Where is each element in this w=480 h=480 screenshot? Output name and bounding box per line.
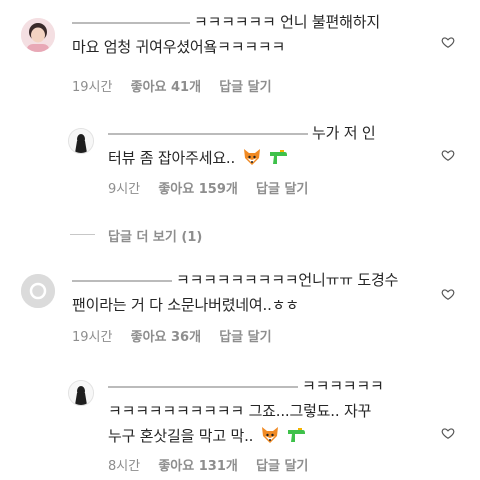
default-avatar-icon xyxy=(21,274,55,308)
heart-outline-icon[interactable] xyxy=(441,426,455,440)
heart-outline-icon[interactable] xyxy=(441,287,455,301)
water-pistol-emoji-icon xyxy=(270,150,288,164)
comment-line-1: ㅋㅋㅋㅋㅋㅋㅋㅋㅋ언니ㅠㅠ 도경수 xyxy=(176,271,399,289)
timestamp: 19시간 xyxy=(72,330,113,345)
avatar-photo-icon xyxy=(69,129,93,153)
avatar[interactable] xyxy=(21,18,55,52)
comment-line-2: 터뷰 좀 잡아주세요.. xyxy=(108,149,236,167)
comment-meta: 19시간 좋아요 41개 답글 달기 xyxy=(72,76,286,95)
comment-line-2: 마요 엄청 귀여우셨어욬ㅋㅋㅋㅋㅋ xyxy=(72,38,286,56)
comment-meta: 8시간 좋아요 131개 답글 달기 xyxy=(108,455,322,474)
comment-line-3: 누구 혼삿길을 막고 막.. xyxy=(108,427,254,445)
comment-line-1: ㅋㅋㅋㅋㅋㅋ 언니 불편해하지 xyxy=(194,13,380,31)
redacted-username xyxy=(108,132,308,135)
timestamp: 19시간 xyxy=(72,80,113,95)
view-replies-divider xyxy=(70,234,95,235)
view-more-replies-button[interactable]: 답글 더 보기 (1) xyxy=(108,226,202,245)
avatar[interactable] xyxy=(68,128,94,154)
avatar-photo-icon xyxy=(21,18,55,52)
timestamp: 8시간 xyxy=(108,459,141,474)
avatar[interactable] xyxy=(68,380,94,406)
comment-text: 누가 저 인 xyxy=(108,121,376,146)
comment-text-line-3: 누구 혼삿길을 막고 막.. xyxy=(108,424,306,449)
reply-button[interactable]: 답글 달기 xyxy=(256,182,308,197)
redacted-username xyxy=(72,279,172,282)
comment-line-1: ㅋㅋㅋㅋㅋㅋ xyxy=(302,377,384,395)
comment-text: ㅋㅋㅋㅋㅋㅋ 언니 불편해하지 xyxy=(72,10,380,35)
avatar-placeholder[interactable] xyxy=(21,274,55,308)
avatar-photo-icon xyxy=(69,381,93,405)
comment-line-2: 팬이라는 거 다 소문나버렸네여..ㅎㅎ xyxy=(72,296,299,314)
comment-text: ㅋㅋㅋㅋㅋㅋ xyxy=(108,374,384,399)
likes-count[interactable]: 좋아요 41개 xyxy=(131,80,201,95)
fox-emoji-icon xyxy=(243,149,260,165)
heart-outline-icon[interactable] xyxy=(441,148,455,162)
likes-count[interactable]: 좋아요 159개 xyxy=(158,182,238,197)
comment-line-2: ㅋㅋㅋㅋㅋㅋㅋㅋㅋㅋ 그죠...그렇됴.. 자꾸 xyxy=(108,402,372,420)
likes-count[interactable]: 좋아요 131개 xyxy=(158,459,238,474)
redacted-username xyxy=(72,21,190,24)
likes-count[interactable]: 좋아요 36개 xyxy=(131,330,201,345)
heart-outline-icon[interactable] xyxy=(441,35,455,49)
reply-button[interactable]: 답글 달기 xyxy=(219,330,271,345)
redacted-username xyxy=(108,385,298,388)
timestamp: 9시간 xyxy=(108,182,141,197)
reply-button[interactable]: 답글 달기 xyxy=(256,459,308,474)
comment-text-line-2: 터뷰 좀 잡아주세요.. xyxy=(108,146,288,171)
comment-meta: 19시간 좋아요 36개 답글 달기 xyxy=(72,326,286,345)
comment-text: ㅋㅋㅋㅋㅋㅋㅋㅋㅋ언니ㅠㅠ 도경수 xyxy=(72,268,398,293)
comment-line-1: 누가 저 인 xyxy=(312,124,376,142)
comment-meta: 9시간 좋아요 159개 답글 달기 xyxy=(108,178,322,197)
fox-emoji-icon xyxy=(261,427,278,443)
water-pistol-emoji-icon xyxy=(288,428,306,442)
reply-button[interactable]: 답글 달기 xyxy=(219,80,271,95)
